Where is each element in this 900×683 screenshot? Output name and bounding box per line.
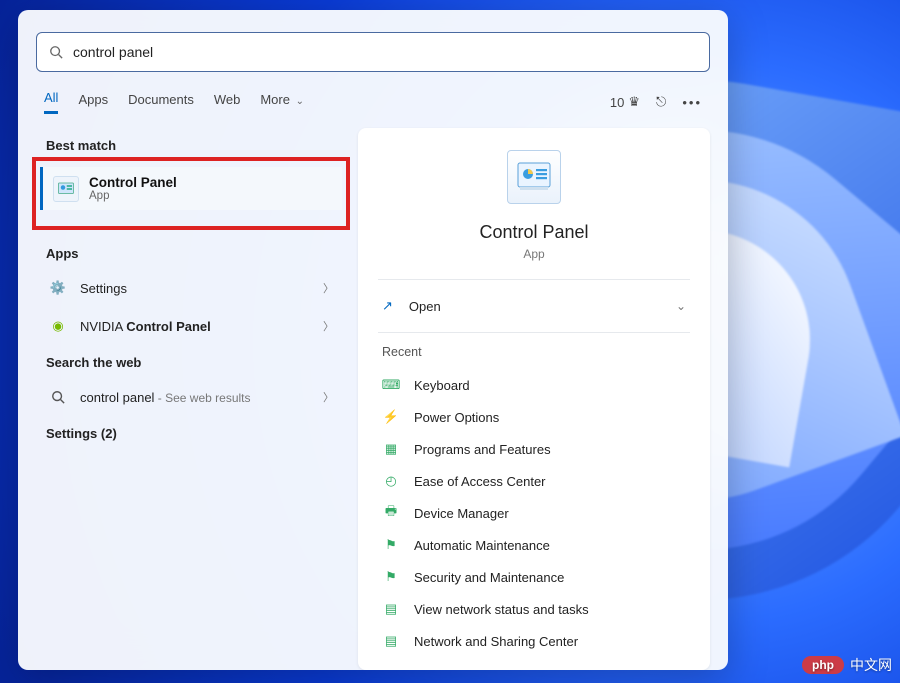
web-result[interactable]: control panel - See web results 〉 [36, 378, 346, 416]
chevron-down-icon: ⌄ [296, 96, 304, 107]
tab-web[interactable]: Web [214, 92, 241, 113]
search-box[interactable] [36, 32, 710, 72]
recent-item[interactable]: ▦ Programs and Features [378, 433, 690, 465]
recent-item[interactable]: ⌨ Keyboard [378, 369, 690, 401]
recent-item-label: View network status and tasks [414, 602, 589, 617]
rewards-count: 10 [610, 95, 624, 110]
search-icon [49, 45, 63, 59]
recent-item[interactable]: 🖶 Device Manager [378, 497, 690, 529]
best-match-highlight-box: Control Panel App [32, 157, 350, 230]
recent-item-label: Ease of Access Center [414, 474, 546, 489]
tab-documents[interactable]: Documents [128, 92, 194, 113]
preview-app-icon [507, 150, 561, 204]
settings-icon: ⚙️ [48, 278, 68, 298]
app-result-label: Settings [80, 281, 311, 296]
apps-header: Apps [36, 236, 346, 269]
preview-pane: Control Panel App ↗ Open ⌄ Recent ⌨ Keybo… [358, 128, 710, 670]
watermark: php 中文网 [802, 655, 892, 675]
tab-all[interactable]: All [44, 90, 58, 114]
recent-item-icon: ◴ [382, 472, 400, 490]
open-button[interactable]: Open [409, 299, 441, 314]
web-result-label: control panel - See web results [80, 390, 311, 405]
web-query-text: control panel [80, 390, 154, 405]
app-result-settings[interactable]: ⚙️ Settings 〉 [36, 269, 346, 307]
search-filter-tabs: All Apps Documents Web More ⌄ 10 ♛ ⎋ ••• [18, 80, 728, 116]
recent-item-label: Programs and Features [414, 442, 551, 457]
search-input[interactable] [73, 44, 697, 60]
tab-more[interactable]: More ⌄ [260, 92, 304, 113]
best-match-result[interactable]: Control Panel App [40, 167, 342, 210]
results-column: Best match Control Panel App [36, 128, 346, 670]
label-prefix: NVIDIA [80, 319, 126, 334]
start-search-panel: All Apps Documents Web More ⌄ 10 ♛ ⎋ •••… [18, 10, 728, 670]
chevron-right-icon: 〉 [323, 389, 334, 405]
recent-item-label: Security and Maintenance [414, 570, 564, 585]
tab-more-label: More [260, 92, 290, 107]
tab-apps[interactable]: Apps [78, 92, 108, 113]
recent-item-label: Network and Sharing Center [414, 634, 578, 649]
recent-item-label: Power Options [414, 410, 499, 425]
expand-actions-button[interactable]: ⌄ [676, 299, 686, 313]
search-icon [48, 387, 68, 407]
settings-results-header: Settings (2) [36, 416, 346, 449]
recent-item[interactable]: ▤ Network and Sharing Center [378, 625, 690, 657]
recent-item-icon: ⌨ [382, 376, 400, 394]
chevron-right-icon: 〉 [323, 280, 334, 296]
label-bold: Control Panel [126, 319, 211, 334]
recent-item-icon: ⚑ [382, 536, 400, 554]
nvidia-icon: ◉ [48, 316, 68, 336]
recent-item[interactable]: ⚑ Security and Maintenance [378, 561, 690, 593]
recent-item-icon: ▦ [382, 440, 400, 458]
best-match-title: Control Panel [89, 175, 177, 190]
more-options-button[interactable]: ••• [682, 95, 702, 110]
account-sync-icon[interactable]: ⎋ [656, 94, 666, 110]
preview-title: Control Panel [479, 222, 588, 243]
control-panel-icon [53, 176, 79, 202]
medal-icon: ♛ [628, 94, 640, 110]
recent-item[interactable]: ⚑ Automatic Maintenance [378, 529, 690, 561]
rewards-button[interactable]: 10 ♛ [610, 94, 640, 110]
recent-item-icon: ⚑ [382, 568, 400, 586]
recent-item-label: Device Manager [414, 506, 509, 521]
recent-item-icon: ▤ [382, 632, 400, 650]
search-box-container [18, 10, 728, 80]
watermark-badge: php [802, 656, 844, 674]
recent-item-icon: ▤ [382, 600, 400, 618]
app-result-label: NVIDIA Control Panel [80, 319, 311, 334]
preview-subtitle: App [523, 247, 544, 261]
open-icon: ↗ [382, 298, 393, 314]
best-match-subtitle: App [89, 190, 177, 202]
recent-header: Recent [378, 339, 690, 369]
recent-item-icon: ⚡ [382, 408, 400, 426]
search-web-header: Search the web [36, 345, 346, 378]
watermark-text: 中文网 [850, 655, 892, 675]
web-suffix-text: - See web results [154, 391, 250, 405]
recent-item-icon: 🖶 [382, 504, 400, 522]
recent-item[interactable]: ▤ View network status and tasks [378, 593, 690, 625]
recent-item[interactable]: ◴ Ease of Access Center [378, 465, 690, 497]
recent-item-label: Keyboard [414, 378, 470, 393]
app-result-nvidia[interactable]: ◉ NVIDIA Control Panel 〉 [36, 307, 346, 345]
recent-item[interactable]: ⚡ Power Options [378, 401, 690, 433]
recent-item-label: Automatic Maintenance [414, 538, 550, 553]
chevron-right-icon: 〉 [323, 318, 334, 334]
